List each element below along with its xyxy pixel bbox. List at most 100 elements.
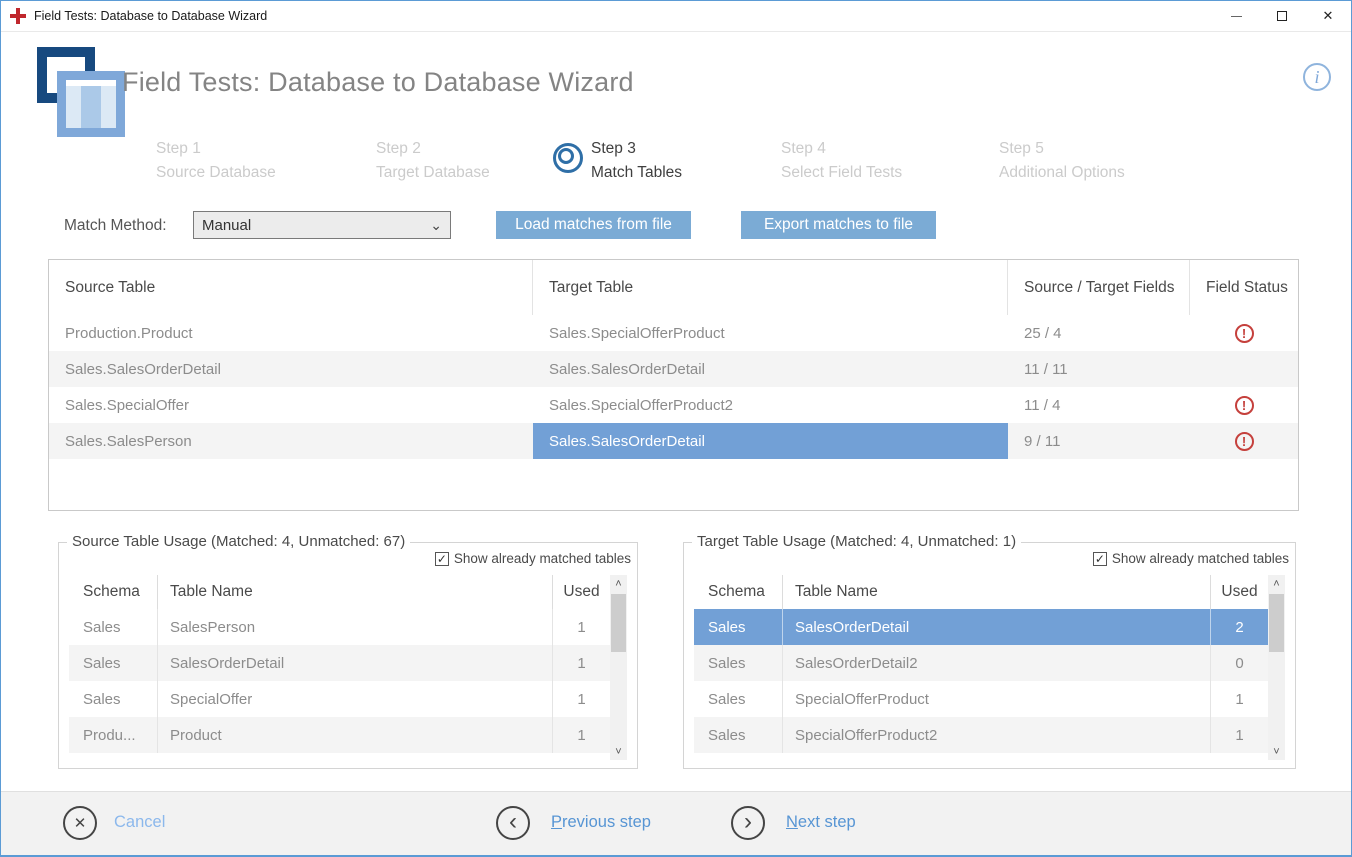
usage-table-header: Schema Table Name Used	[694, 575, 1268, 609]
load-matches-button[interactable]: Load matches from file	[496, 211, 691, 239]
close-icon: ✕	[1323, 8, 1334, 24]
scroll-up-icon[interactable]: ˄	[610, 575, 627, 592]
table-row[interactable]: Sales.SpecialOffer Sales.SpecialOfferPro…	[49, 387, 1298, 423]
cancel-button[interactable]: ✕	[63, 806, 97, 840]
target-cell[interactable]: Sales.SpecialOfferProduct	[533, 315, 1008, 351]
col-source-table[interactable]: Source Table	[49, 260, 533, 315]
chevron-right-icon: ›	[744, 810, 752, 834]
step-5: Step 5 Additional Options	[999, 137, 1125, 185]
col-used[interactable]: Used	[1210, 575, 1268, 609]
list-item[interactable]: Sales SpecialOffer 1	[69, 681, 610, 717]
schema-cell: Sales	[694, 645, 782, 681]
scroll-down-icon[interactable]: ˅	[610, 743, 627, 760]
export-matches-button[interactable]: Export matches to file	[741, 211, 936, 239]
schema-cell: Sales	[694, 609, 782, 645]
step-4-label: Select Field Tests	[781, 161, 902, 185]
col-table-name[interactable]: Table Name	[782, 575, 1210, 609]
scroll-up-icon[interactable]: ˄	[1268, 575, 1285, 592]
col-used[interactable]: Used	[552, 575, 610, 609]
table-row[interactable]: Production.Product Sales.SpecialOfferPro…	[49, 315, 1298, 351]
col-schema[interactable]: Schema	[69, 575, 157, 609]
col-field-status[interactable]: Field Status	[1190, 260, 1298, 315]
list-item-selected[interactable]: Sales SalesOrderDetail 2	[694, 609, 1268, 645]
target-show-matched-checkbox[interactable]: ✓ Show already matched tables	[1093, 551, 1289, 566]
step-3-current: Step 3 Match Tables	[591, 137, 682, 185]
checkbox-checked-icon[interactable]: ✓	[435, 552, 449, 566]
close-button[interactable]: ✕	[1305, 1, 1351, 32]
name-cell: SpecialOfferProduct	[782, 681, 1210, 717]
titlebar: Field Tests: Database to Database Wizard…	[1, 1, 1351, 32]
list-item[interactable]: Sales SalesPerson 1	[69, 609, 610, 645]
matches-table: Source Table Target Table Source / Targe…	[48, 259, 1299, 511]
step-2-num: Step 2	[376, 137, 490, 161]
col-schema[interactable]: Schema	[694, 575, 782, 609]
used-cell: 1	[1210, 681, 1268, 717]
list-item[interactable]: Sales SpecialOfferProduct2 1	[694, 717, 1268, 753]
step-2-label: Target Database	[376, 161, 490, 185]
match-method-label: Match Method:	[64, 217, 167, 235]
source-cell[interactable]: Production.Product	[49, 315, 533, 351]
cancel-x-icon: ✕	[74, 814, 87, 832]
step-1-label: Source Database	[156, 161, 276, 185]
used-cell: 1	[552, 717, 610, 753]
source-usage-title: Source Table Usage (Matched: 4, Unmatche…	[67, 533, 410, 550]
list-item[interactable]: Sales SpecialOfferProduct 1	[694, 681, 1268, 717]
scrollbar[interactable]: ˄ ˅	[1268, 575, 1285, 760]
name-cell: SpecialOfferProduct2	[782, 717, 1210, 753]
step-4: Step 4 Select Field Tests	[781, 137, 902, 185]
scroll-down-icon[interactable]: ˅	[1268, 743, 1285, 760]
scrollbar-thumb[interactable]	[611, 594, 626, 652]
previous-step-label[interactable]: Previous step	[551, 813, 651, 832]
step-5-label: Additional Options	[999, 161, 1125, 185]
target-cell[interactable]: Sales.SalesOrderDetail	[533, 351, 1008, 387]
source-cell[interactable]: Sales.SalesOrderDetail	[49, 351, 533, 387]
target-usage-group: Target Table Usage (Matched: 4, Unmatche…	[683, 542, 1296, 769]
maximize-button[interactable]	[1259, 1, 1305, 32]
previous-step-button[interactable]: ‹	[496, 806, 530, 840]
source-cell[interactable]: Sales.SpecialOffer	[49, 387, 533, 423]
col-table-name[interactable]: Table Name	[157, 575, 552, 609]
target-cell[interactable]: Sales.SpecialOfferProduct2	[533, 387, 1008, 423]
checkbox-label: Show already matched tables	[1112, 551, 1289, 566]
schema-cell: Sales	[69, 681, 157, 717]
info-icon[interactable]: i	[1303, 63, 1331, 91]
used-cell: 1	[552, 609, 610, 645]
used-cell: 0	[1210, 645, 1268, 681]
source-cell[interactable]: Sales.SalesPerson	[49, 423, 533, 459]
fields-cell: 9 / 11	[1008, 423, 1190, 459]
schema-cell: Sales	[694, 717, 782, 753]
app-logo-icon	[15, 45, 111, 131]
next-step-button[interactable]: ›	[731, 806, 765, 840]
step-4-num: Step 4	[781, 137, 902, 161]
list-item[interactable]: Sales SalesOrderDetail 1	[69, 645, 610, 681]
checkbox-checked-icon[interactable]: ✓	[1093, 552, 1107, 566]
cancel-label[interactable]: Cancel	[114, 813, 165, 832]
chevron-left-icon: ‹	[509, 810, 517, 834]
fields-cell: 11 / 4	[1008, 387, 1190, 423]
schema-cell: Sales	[69, 645, 157, 681]
step-5-num: Step 5	[999, 137, 1125, 161]
schema-cell: Sales	[694, 681, 782, 717]
source-show-matched-checkbox[interactable]: ✓ Show already matched tables	[435, 551, 631, 566]
step-2: Step 2 Target Database	[376, 137, 490, 185]
scrollbar[interactable]: ˄ ˅	[610, 575, 627, 760]
table-row[interactable]: Sales.SalesOrderDetail Sales.SalesOrderD…	[49, 351, 1298, 387]
used-cell: 1	[552, 645, 610, 681]
next-step-label[interactable]: Next step	[786, 813, 856, 832]
error-icon: !	[1235, 432, 1254, 451]
window-controls: ✕	[1213, 1, 1351, 32]
step-1: Step 1 Source Database	[156, 137, 276, 185]
minimize-button[interactable]	[1213, 1, 1259, 32]
checkbox-label: Show already matched tables	[454, 551, 631, 566]
matches-table-header: Source Table Target Table Source / Targe…	[49, 260, 1298, 315]
list-item[interactable]: Produ... Product 1	[69, 717, 610, 753]
current-step-icon	[553, 143, 583, 173]
list-item[interactable]: Sales SalesOrderDetail2 0	[694, 645, 1268, 681]
col-target-table[interactable]: Target Table	[533, 260, 1008, 315]
table-row[interactable]: Sales.SalesPerson Sales.SalesOrderDetail…	[49, 423, 1298, 459]
match-method-dropdown[interactable]: Manual ⌄	[193, 211, 451, 239]
col-fields[interactable]: Source / Target Fields	[1008, 260, 1190, 315]
name-cell: SalesOrderDetail	[782, 609, 1210, 645]
scrollbar-thumb[interactable]	[1269, 594, 1284, 652]
target-cell-selected[interactable]: Sales.SalesOrderDetail	[533, 423, 1008, 459]
